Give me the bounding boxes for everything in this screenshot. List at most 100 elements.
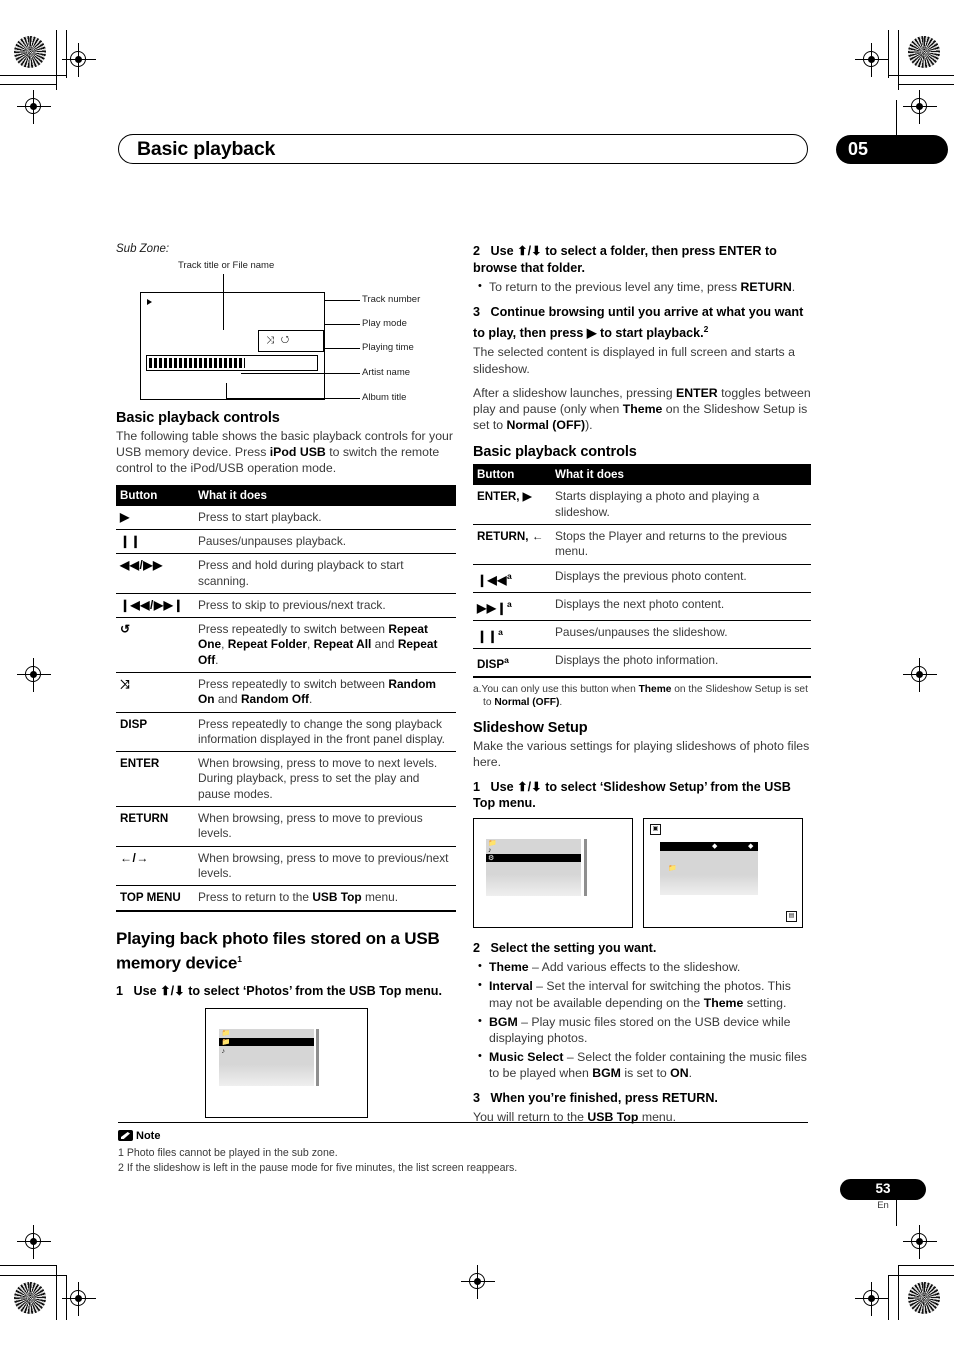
p2-a: After a slideshow launches, pressing <box>473 385 677 400</box>
step-text: Use ⬆/⬇ to select a folder, then press E… <box>473 244 777 275</box>
button-cell: TOP MENU <box>116 885 194 912</box>
table-header-row: Button What it does <box>473 464 811 486</box>
button-glyph-icon: ❙❙ <box>120 533 142 548</box>
button-label: RETURN <box>120 812 169 826</box>
step-number: 3 <box>473 305 481 320</box>
table-body: ENTER, ▶ Starts displaying a photo and pl… <box>473 485 811 679</box>
sub-zone-label: Sub Zone: <box>116 243 170 255</box>
playing-time-fill <box>149 358 245 368</box>
footnote-ref: a <box>507 598 512 609</box>
table-row: ❙◀◀a Displays the previous photo content. <box>473 564 811 593</box>
right-column: 2 Use ⬆/⬇ to select a folder, then press… <box>473 243 811 1133</box>
bullet-text-pre: To return to the previous level any time… <box>489 280 741 294</box>
crop-line <box>56 1265 58 1320</box>
osd-screenshot-usb-top: 📁 ♪ ⚙ <box>473 817 633 928</box>
setting-term: BGM <box>592 1066 621 1081</box>
button-cell: DISP <box>116 712 194 753</box>
description-cell: Press repeatedly to switch between Repea… <box>194 617 456 673</box>
left-controls-table: Button What it does ▶ Press to start play… <box>116 484 456 912</box>
step-text: Use ⬆/⬇ to select ‘Slideshow Setup’ from… <box>473 779 791 811</box>
crop-line <box>56 30 58 90</box>
note-item-1: 1 Photo files cannot be played in the su… <box>118 1147 338 1159</box>
step-number: 3 <box>473 1090 481 1105</box>
theme-term: Theme <box>622 402 663 416</box>
description-cell: When browsing, press to move to previous… <box>194 806 456 847</box>
button-cell: ❙◀◀/▶▶❙ <box>116 593 194 619</box>
button-cell: ❙❙a <box>473 620 551 650</box>
button-label: DISP <box>120 717 148 731</box>
registration-mark <box>855 1282 889 1316</box>
slideshow-setup-heading: Slideshow Setup <box>473 720 588 737</box>
registration-mark <box>903 658 937 692</box>
table-row: ❙◀◀/▶▶❙ Press to skip to previous/next tr… <box>116 593 456 619</box>
button-cell: ◀◀/▶▶ <box>116 553 194 594</box>
crop-line <box>66 30 68 78</box>
photo-heading-line1: Playing back photo files stored on a USB <box>116 928 440 948</box>
button-glyph-icon: ◀◀/▶▶ <box>120 558 163 573</box>
fn-e: . <box>559 697 563 709</box>
right-controls-table: Button What it does ENTER, ▶ Starts displ… <box>473 464 811 679</box>
note-body: 1 Photo files cannot be played in the su… <box>118 1146 818 1175</box>
step-number: 2 <box>473 244 481 258</box>
step-text: When you’re finished, press RETURN. <box>490 1090 718 1105</box>
table-row: ↺ Press repeatedly to switch between Repe… <box>116 617 456 673</box>
slideshow-step-3: 3 When you’re finished, press RETURN. <box>473 1090 811 1107</box>
step-number: 2 <box>473 940 481 955</box>
crop-line <box>888 30 890 78</box>
setting-term: BGM <box>489 1014 518 1029</box>
note-item-2: 2 If the slideshow is left in the pause … <box>118 1161 518 1174</box>
osd-list-panel <box>486 838 581 896</box>
button-glyph-icon: ❙◀◀ <box>477 572 508 587</box>
registration-mark <box>903 1225 937 1259</box>
photo-section-heading: Playing back photo files stored on a USB… <box>116 928 456 974</box>
page-language: En <box>877 1200 889 1211</box>
table-row: ▶ Press to start playback. <box>116 505 456 530</box>
ipod-usb-term: iPod USB <box>269 445 326 460</box>
crop-line <box>898 1265 954 1267</box>
callout-track-number: Track number <box>362 294 421 305</box>
play-indicator-icon <box>147 299 152 305</box>
playing-time-bar <box>146 355 318 371</box>
table-header-row: Button What it does <box>116 484 456 506</box>
col-header-button: Button <box>473 464 551 486</box>
registration-mark <box>17 1225 51 1259</box>
description-cell: Stops the Player and returns to the prev… <box>551 524 811 565</box>
callout-artist-name: Artist name <box>362 367 411 378</box>
step-text: Use ⬆/⬇ to select ‘Photos’ from the USB … <box>133 984 442 999</box>
description-cell: Press repeatedly to change the song play… <box>194 712 456 753</box>
button-cell: RETURN, ← <box>473 524 551 565</box>
registration-mark <box>17 658 51 692</box>
play-mode-icons: ⤨ ↺ <box>266 335 292 346</box>
right-controls-heading: Basic playback controls <box>473 444 637 461</box>
button-glyph-icon: ↺ <box>120 622 131 637</box>
slideshow-screenshots: 📁 ♪ ⚙ ▣ ◆ ◆ 📁 ▤ <box>473 817 811 928</box>
setting-term: Theme <box>489 960 529 975</box>
tone-patch-top-left <box>14 36 46 68</box>
return-term: RETURN <box>740 280 792 294</box>
crop-line <box>898 84 954 86</box>
crop-line <box>898 1265 900 1320</box>
footnote-ref: a <box>507 570 512 581</box>
registration-mark <box>855 43 889 77</box>
osd-top-left-badge-icon: ▣ <box>650 823 661 835</box>
bullet-text-post: . <box>791 280 796 294</box>
col-header-what: What it does <box>194 484 456 506</box>
right-step-3-body-1: The selected content is displayed in ful… <box>473 345 795 376</box>
table-row: DISPa Displays the photo information. <box>473 648 811 679</box>
crop-line <box>66 1275 68 1320</box>
setting-term: ON <box>670 1066 689 1081</box>
button-cell: ENTER, ▶ <box>473 485 551 526</box>
table-row: ◀◀/▶▶ Press and hold during playback to s… <box>116 553 456 594</box>
button-cell: ENTER <box>116 751 194 808</box>
footnote-ref: a <box>498 626 503 637</box>
description-cell: Pauses/unpauses playback. <box>194 529 456 555</box>
setting-bullet: Theme – Add various effects to the slide… <box>478 958 811 975</box>
button-cell: ▶ <box>116 505 194 530</box>
photo-heading-footnote-ref: 1 <box>237 953 242 964</box>
button-cell: ↺ <box>116 617 194 673</box>
setting-term: Music Select <box>489 1050 564 1065</box>
table-row: ⤨ Press repeatedly to switch between Rand… <box>116 672 456 713</box>
callout-leader <box>325 324 360 325</box>
button-glyph-icon: ▶ <box>120 509 130 524</box>
step-text: Continue browsing until you arrive at wh… <box>473 305 804 340</box>
